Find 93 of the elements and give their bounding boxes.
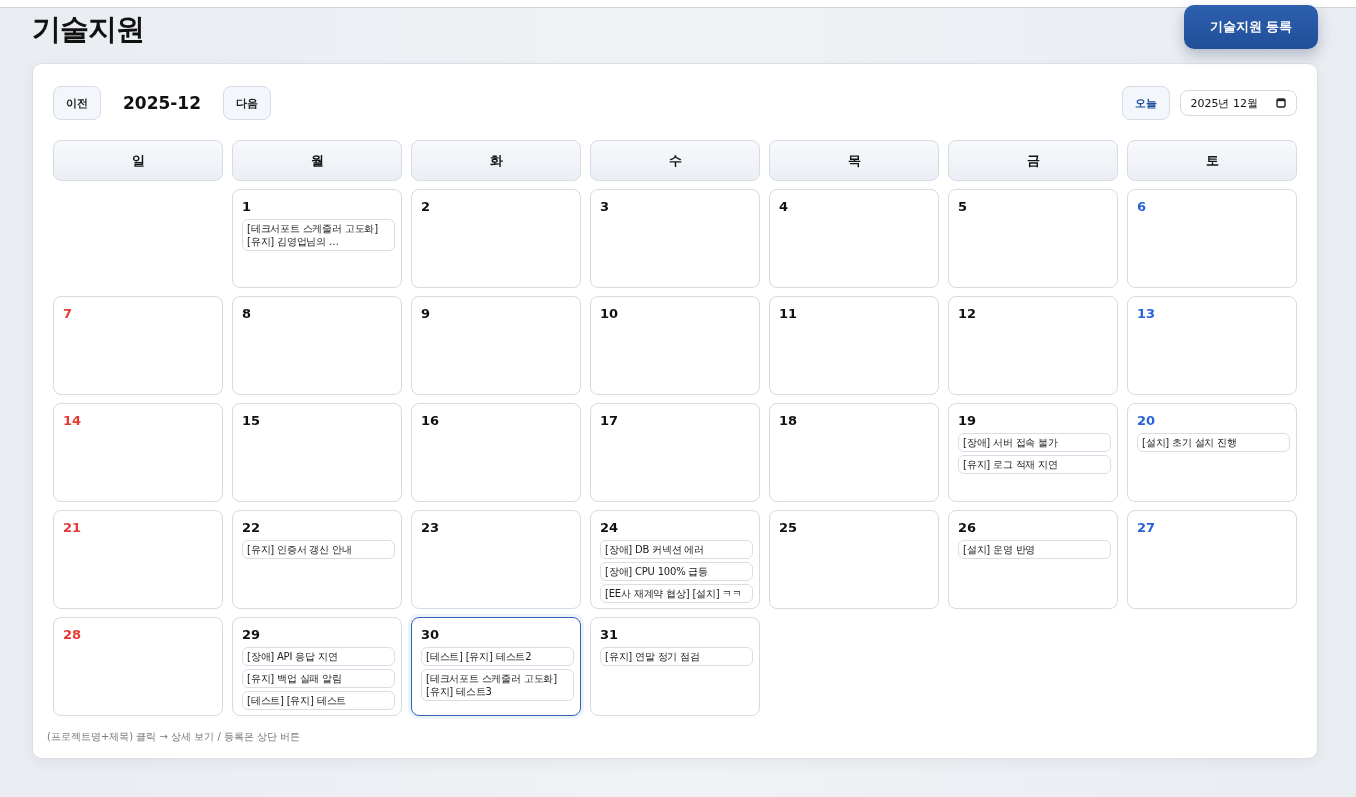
day-number: 10 <box>600 306 620 323</box>
day-cell[interactable]: 13 <box>1127 296 1297 395</box>
day-number: 19 <box>958 413 978 430</box>
day-cell[interactable]: 24 [장애] DB 커넥션 에러 [장애] CPU 100% 급등 [EE사 재계약 협상] [설치] ㅋㅋ <box>590 510 760 609</box>
day-cell[interactable]: 21 <box>53 510 223 609</box>
day-number: 6 <box>1137 199 1148 216</box>
day-number: 24 <box>600 520 620 537</box>
day-cell[interactable]: 14 <box>53 403 223 502</box>
day-cell[interactable]: 6 <box>1127 189 1297 288</box>
month-picker-field[interactable]: 2025년 12월 <box>1179 90 1297 116</box>
day-cell[interactable]: 8 <box>232 296 402 395</box>
event-chip[interactable]: [유지] 로그 적재 지연 <box>958 455 1111 474</box>
next-button[interactable]: 다음 <box>223 86 272 120</box>
event-chip[interactable]: [유지] 백업 실패 알림 <box>242 669 395 688</box>
weekday-header: 수 <box>590 140 760 181</box>
day-number: 23 <box>421 520 441 537</box>
day-cell[interactable]: 20 [설치] 초기 설치 진행 <box>1127 403 1297 502</box>
day-cell[interactable]: 11 <box>769 296 939 395</box>
day-number: 22 <box>242 520 262 537</box>
weekday-header: 일 <box>53 140 223 181</box>
day-number: 12 <box>958 306 978 323</box>
day-cell[interactable]: 19 [장애] 서버 접속 불가 [유지] 로그 적재 지연 <box>948 403 1118 502</box>
previous-button[interactable]: 이전 <box>53 86 101 120</box>
day-number: 16 <box>421 413 441 430</box>
weekday-header: 토 <box>1127 140 1297 181</box>
event-chip[interactable]: [장애] API 응답 지연 <box>242 647 395 666</box>
day-number: 1 <box>242 199 253 216</box>
today-button[interactable]: 오늘 <box>1121 86 1170 120</box>
day-number: 31 <box>600 627 620 644</box>
month-label: 2025-12 <box>123 93 202 113</box>
day-cell[interactable]: 25 <box>769 510 939 609</box>
event-chip[interactable]: [장애] CPU 100% 급등 <box>600 562 753 581</box>
day-number: 29 <box>242 627 262 644</box>
day-number: 20 <box>1137 413 1157 430</box>
weekday-header: 화 <box>411 140 581 181</box>
day-number: 5 <box>958 199 969 216</box>
day-cell[interactable]: 1 [테크서포트 스케줄러 고도화] [유지] 김영업님의 … <box>232 189 402 288</box>
day-cell[interactable]: 2 <box>411 189 581 288</box>
day-cell[interactable]: 29 [장애] API 응답 지연 [유지] 백업 실패 알림 [테스트] [유지] 테스트 <box>232 617 402 716</box>
event-chip[interactable]: [장애] DB 커넥션 에러 <box>600 540 753 559</box>
day-cell[interactable]: 22 [유지] 인증서 갱신 안내 <box>232 510 402 609</box>
day-cell[interactable]: 12 <box>948 296 1118 395</box>
day-number: 25 <box>779 520 799 537</box>
day-cell[interactable]: 30 [테스트] [유지] 테스트2 [테크서포트 스케줄러 고도화] [유지] 테스트3 <box>411 617 581 716</box>
day-cell[interactable]: 3 <box>590 189 760 288</box>
day-number: 7 <box>63 306 74 323</box>
day-cell[interactable]: 16 <box>411 403 581 502</box>
day-cell[interactable]: 5 <box>948 189 1118 288</box>
day-number: 14 <box>63 413 83 430</box>
day-cell[interactable]: 4 <box>769 189 939 288</box>
day-number: 13 <box>1137 306 1157 323</box>
day-cell[interactable]: 17 <box>590 403 760 502</box>
calendar-icon[interactable] <box>1276 98 1286 108</box>
day-cell[interactable]: 31 [유지] 연말 정기 점검 <box>590 617 760 716</box>
day-number: 9 <box>421 306 432 323</box>
register-button[interactable]: 기술지원 등록 <box>1184 5 1318 49</box>
event-chip[interactable]: [테크서포트 스케줄러 고도화] [유지] 테스트3 <box>421 669 574 701</box>
hint-text: (프로젝트명+제목) 클릭 → 상세 보기 / 등록은 상단 버튼 <box>47 730 302 744</box>
day-cell[interactable]: 10 <box>590 296 760 395</box>
day-number: 3 <box>600 199 611 216</box>
day-cell[interactable]: 15 <box>232 403 402 502</box>
weekday-header: 금 <box>948 140 1118 181</box>
day-cell[interactable]: 23 <box>411 510 581 609</box>
event-chip[interactable]: [테스트] [유지] 테스트 <box>242 691 395 710</box>
event-chip[interactable]: [테스트] [유지] 테스트2 <box>421 647 574 666</box>
day-number: 18 <box>779 413 799 430</box>
event-chip[interactable]: [설치] 운영 반영 <box>958 540 1111 559</box>
event-chip[interactable]: [유지] 인증서 갱신 안내 <box>242 540 395 559</box>
event-chip[interactable]: [설치] 초기 설치 진행 <box>1137 433 1290 452</box>
event-chip[interactable]: [장애] 서버 접속 불가 <box>958 433 1111 452</box>
day-cell[interactable]: 9 <box>411 296 581 395</box>
day-cell[interactable]: 18 <box>769 403 939 502</box>
day-number: 27 <box>1137 520 1157 537</box>
event-chip[interactable]: [EE사 재계약 협상] [설치] ㅋㅋ <box>600 584 753 603</box>
day-number: 30 <box>421 627 441 644</box>
day-number: 15 <box>242 413 262 430</box>
day-cell[interactable]: 26 [설치] 운영 반영 <box>948 510 1118 609</box>
event-chip[interactable]: [유지] 연말 정기 점검 <box>600 647 753 666</box>
page-title: 기술지원 <box>32 11 144 48</box>
day-number: 11 <box>779 306 799 323</box>
day-number: 17 <box>600 413 620 430</box>
day-number: 28 <box>63 627 83 644</box>
day-number: 21 <box>63 520 83 537</box>
weekday-header: 목 <box>769 140 939 181</box>
day-number: 8 <box>242 306 253 323</box>
day-cell[interactable]: 7 <box>53 296 223 395</box>
weekday-header: 월 <box>232 140 402 181</box>
day-number: 26 <box>958 520 978 537</box>
day-number: 4 <box>779 199 790 216</box>
day-cell[interactable]: 27 <box>1127 510 1297 609</box>
event-chip[interactable]: [테크서포트 스케줄러 고도화] [유지] 김영업님의 … <box>242 219 395 251</box>
day-number: 2 <box>421 199 432 216</box>
day-cell[interactable]: 28 <box>53 617 223 716</box>
